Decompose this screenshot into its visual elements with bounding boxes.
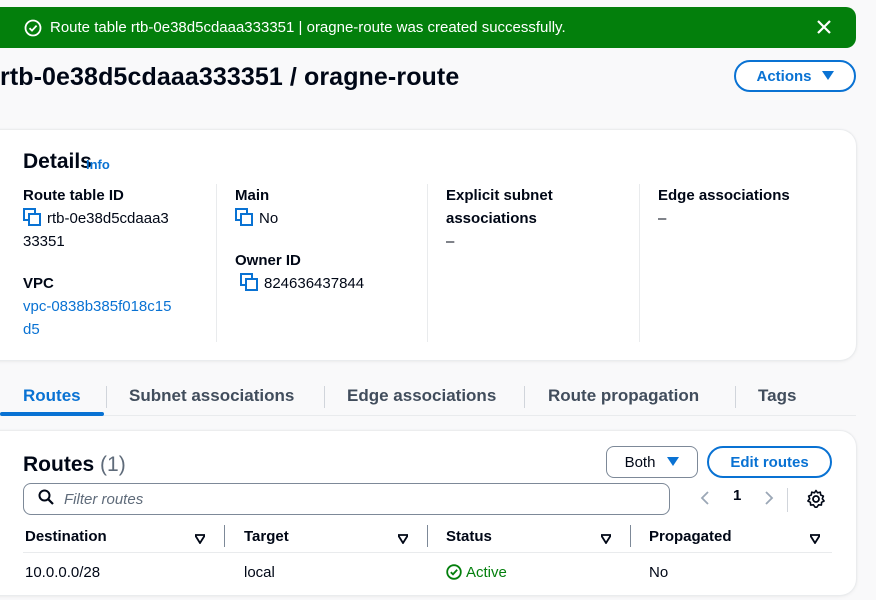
explicit-subnet-label-2: associations [446, 210, 537, 227]
copy-icon[interactable] [23, 208, 41, 226]
search-icon [38, 489, 54, 510]
status-active-icon [446, 564, 462, 580]
status-active-text: Active [466, 564, 507, 581]
sort-caret-icon[interactable] [599, 531, 613, 545]
caret-down-icon [667, 454, 680, 471]
owner-id-label: Owner ID [235, 252, 301, 269]
column-header-destination[interactable]: Destination [25, 528, 107, 545]
cell-target: local [244, 564, 275, 581]
copy-icon[interactable] [235, 208, 253, 226]
tab-divider [735, 386, 736, 408]
edge-associations-label: Edge associations [658, 187, 790, 204]
active-tab-indicator [0, 412, 104, 416]
sort-caret-icon[interactable] [808, 531, 822, 545]
copy-icon[interactable] [240, 273, 258, 291]
tab-divider [106, 386, 107, 408]
check-circle-icon [24, 19, 42, 37]
route-table-id-value: rtb-0e38d5cdaaa3 [23, 207, 171, 230]
tab-bar: Routes Subnet associations Edge associat… [0, 376, 856, 416]
edge-associations-value: – [658, 210, 667, 227]
filter-routes-input[interactable] [64, 490, 624, 508]
details-heading: Details [23, 150, 92, 173]
actions-button[interactable]: Actions [734, 60, 856, 92]
details-column-2: Main No Owner ID 824636437844 [235, 184, 364, 295]
details-column-1: Route table ID rtb-0e38d5cdaaa3 33351 VP… [23, 184, 171, 341]
cell-status: Active [446, 564, 507, 581]
tab-tags[interactable]: Tags [758, 386, 796, 406]
success-flash-banner: Route table rtb-0e38d5cdaaa333351 | orag… [0, 7, 856, 48]
cell-destination: 10.0.0.0/28 [25, 564, 101, 581]
prev-page-icon[interactable] [700, 490, 710, 510]
info-link[interactable]: Info [86, 157, 110, 172]
page-title: rtb-0e38d5cdaaa333351 / oragne-route [0, 63, 460, 91]
route-filter-select-value: Both [624, 453, 656, 471]
table-header-divider [23, 552, 832, 553]
owner-id-text: 824636437844 [264, 275, 365, 292]
route-filter-select[interactable]: Both [606, 446, 698, 478]
main-value-text: No [259, 210, 279, 227]
column-header-status[interactable]: Status [446, 528, 492, 545]
column-divider [639, 184, 640, 342]
column-header-target[interactable]: Target [244, 528, 289, 545]
main-label: Main [235, 187, 270, 204]
main-value: No [235, 207, 364, 230]
vpc-link[interactable]: vpc-0838b385f018c15 d5 [23, 295, 171, 341]
routes-title: Routes [23, 453, 95, 476]
edit-routes-button[interactable]: Edit routes [707, 446, 832, 478]
caret-down-icon [821, 68, 834, 85]
route-table-id-text-2: 33351 [23, 233, 65, 250]
next-page-icon[interactable] [764, 490, 774, 510]
details-column-3: Explicit subnet associations – [446, 184, 553, 253]
routes-count: (1) [100, 453, 126, 476]
sort-caret-icon[interactable] [193, 531, 207, 545]
tab-divider [324, 386, 325, 408]
owner-id-value: 824636437844 [235, 272, 364, 295]
vpc-label: VPC [23, 275, 54, 292]
tab-subnet-associations[interactable]: Subnet associations [129, 386, 294, 406]
tab-divider [524, 386, 525, 408]
details-column-4: Edge associations – [658, 184, 790, 230]
column-divider [216, 184, 217, 342]
sort-caret-icon[interactable] [396, 531, 410, 545]
filter-routes-field[interactable] [23, 483, 670, 515]
cell-propagated: No [649, 564, 669, 581]
close-icon[interactable] [814, 17, 834, 37]
actions-button-label: Actions [756, 67, 812, 85]
routes-container: Routes (1) Both Edit routes 1 Destinatio… [0, 431, 856, 595]
route-table-id-label: Route table ID [23, 187, 124, 204]
route-table-id-text-1: rtb-0e38d5cdaaa3 [47, 210, 169, 227]
column-header-propagated[interactable]: Propagated [649, 528, 732, 545]
details-container: Details Info Route table ID rtb-0e38d5cd… [0, 130, 856, 360]
explicit-subnet-label-1: Explicit subnet [446, 187, 553, 204]
vpc-link-text-1: vpc-0838b385f018c15 [23, 298, 172, 315]
routes-heading: Routes (1) [23, 453, 126, 477]
page-number[interactable]: 1 [733, 487, 741, 504]
pager-divider [787, 488, 788, 512]
column-resizer[interactable] [224, 525, 225, 547]
column-divider [427, 184, 428, 342]
tab-routes[interactable]: Routes [23, 386, 81, 406]
vpc-link-text-2: d5 [23, 321, 40, 338]
tab-edge-associations[interactable]: Edge associations [347, 386, 496, 406]
tab-route-propagation[interactable]: Route propagation [548, 386, 699, 406]
explicit-subnet-value: – [446, 233, 455, 250]
column-resizer[interactable] [427, 525, 428, 547]
column-resizer[interactable] [630, 525, 631, 547]
settings-gear-icon[interactable] [806, 489, 826, 513]
flash-message: Route table rtb-0e38d5cdaaa333351 | orag… [50, 19, 566, 36]
